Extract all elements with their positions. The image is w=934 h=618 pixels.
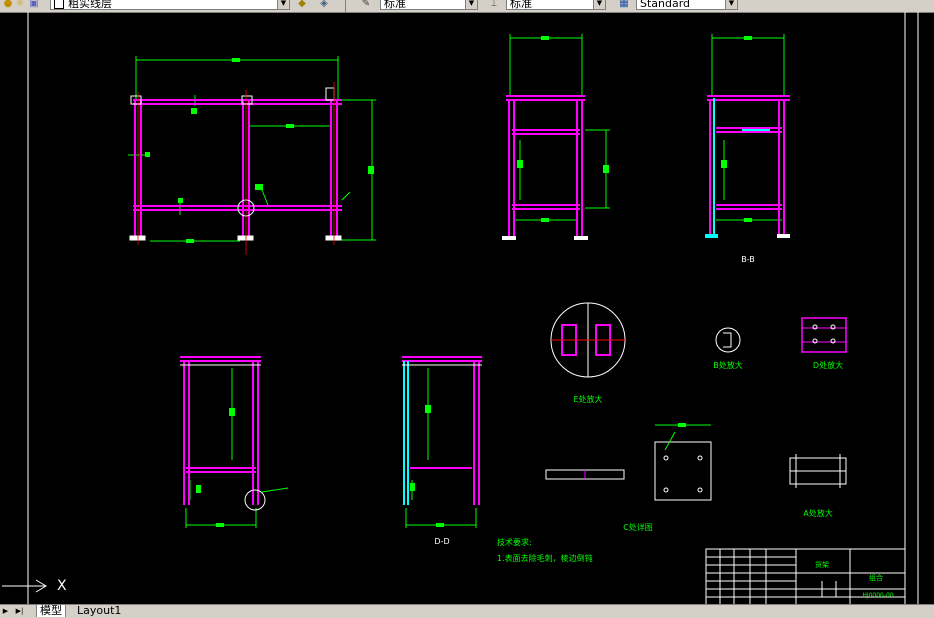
- detail-b: B处放大: [713, 327, 743, 370]
- tab-layout1[interactable]: Layout1: [74, 605, 124, 617]
- technical-requirements: 技术要求: 1.表面去除毛刺，棱边倒钝: [497, 537, 593, 563]
- detail-d-label: D处放大: [813, 360, 843, 370]
- section-dd-label: D-D: [434, 537, 449, 546]
- layer-color-swatch: [54, 0, 64, 9]
- chevron-down-icon[interactable]: ▼: [725, 0, 737, 9]
- layer-lock-icon[interactable]: ▣: [28, 0, 40, 9]
- dimstyle-dropdown[interactable]: 标准 ▼: [380, 0, 478, 10]
- side-view-left: [180, 356, 289, 528]
- side-view-right: [502, 34, 610, 240]
- chevron-down-icon[interactable]: ▼: [277, 0, 289, 9]
- front-view: [128, 56, 376, 255]
- layer-name: 粗实线层: [68, 0, 112, 10]
- tablestyle-icon[interactable]: ▦: [618, 0, 630, 9]
- dimstyle-name: 标准: [384, 0, 406, 10]
- section-bb-view: B-B: [705, 34, 790, 264]
- drawing-canvas[interactable]: B-B D-D E处放大 B处放大 D处放大 C处详图 A处放大 技术要求: 1…: [0, 12, 934, 605]
- ucs-icon: [2, 579, 47, 593]
- section-dd-view: D-D: [402, 356, 482, 546]
- tech-note-1: 1.表面去除毛刺，棱边倒钝: [497, 553, 593, 563]
- tab-scroll-right-icon[interactable]: ▶: [0, 605, 11, 617]
- detail-c: C处详图: [545, 423, 712, 532]
- textstyle-name: 标准: [510, 0, 532, 10]
- tech-title: 技术要求:: [497, 537, 532, 547]
- title-block-material: 组合: [869, 573, 883, 582]
- chevron-down-icon[interactable]: ▼: [593, 0, 605, 9]
- tab-model[interactable]: 模型: [36, 605, 66, 617]
- tablestyle-name: Standard: [640, 0, 691, 10]
- detail-e-label: E处放大: [573, 394, 602, 404]
- textstyle-dropdown[interactable]: 标准 ▼: [506, 0, 606, 10]
- layer-dropdown[interactable]: 粗实线层 ▼: [50, 0, 290, 10]
- title-block-name: 货架: [815, 560, 829, 569]
- make-layer-current-icon[interactable]: ◆: [296, 0, 308, 9]
- detail-b-label: B处放大: [713, 360, 743, 370]
- detail-a-label: A处放大: [803, 508, 832, 518]
- title-block-drawing-no: HJ0000-00: [862, 592, 894, 599]
- tab-scroll-last-icon[interactable]: ▶|: [14, 605, 25, 617]
- detail-d: D处放大: [801, 317, 847, 370]
- section-bb-label: B-B: [741, 255, 755, 264]
- ucs-x-label: X: [57, 578, 67, 594]
- detail-e: E处放大: [550, 302, 626, 404]
- chevron-down-icon[interactable]: ▼: [465, 0, 477, 9]
- layer-on-icon[interactable]: ●: [2, 0, 14, 9]
- layer-previous-icon[interactable]: ◈: [318, 0, 330, 9]
- layer-sun-icon[interactable]: ☼: [14, 0, 26, 9]
- tablestyle-dropdown[interactable]: Standard ▼: [636, 0, 738, 10]
- layout-tabs-bar: ▶ ▶| 模型 Layout1: [0, 604, 934, 618]
- toolbar-separator: [345, 0, 346, 12]
- textstyle-icon[interactable]: ⌶: [488, 0, 500, 9]
- detail-a: A处放大: [789, 454, 847, 518]
- detail-c-label: C处详图: [623, 522, 653, 532]
- dimstyle-icon[interactable]: ✎: [360, 0, 372, 9]
